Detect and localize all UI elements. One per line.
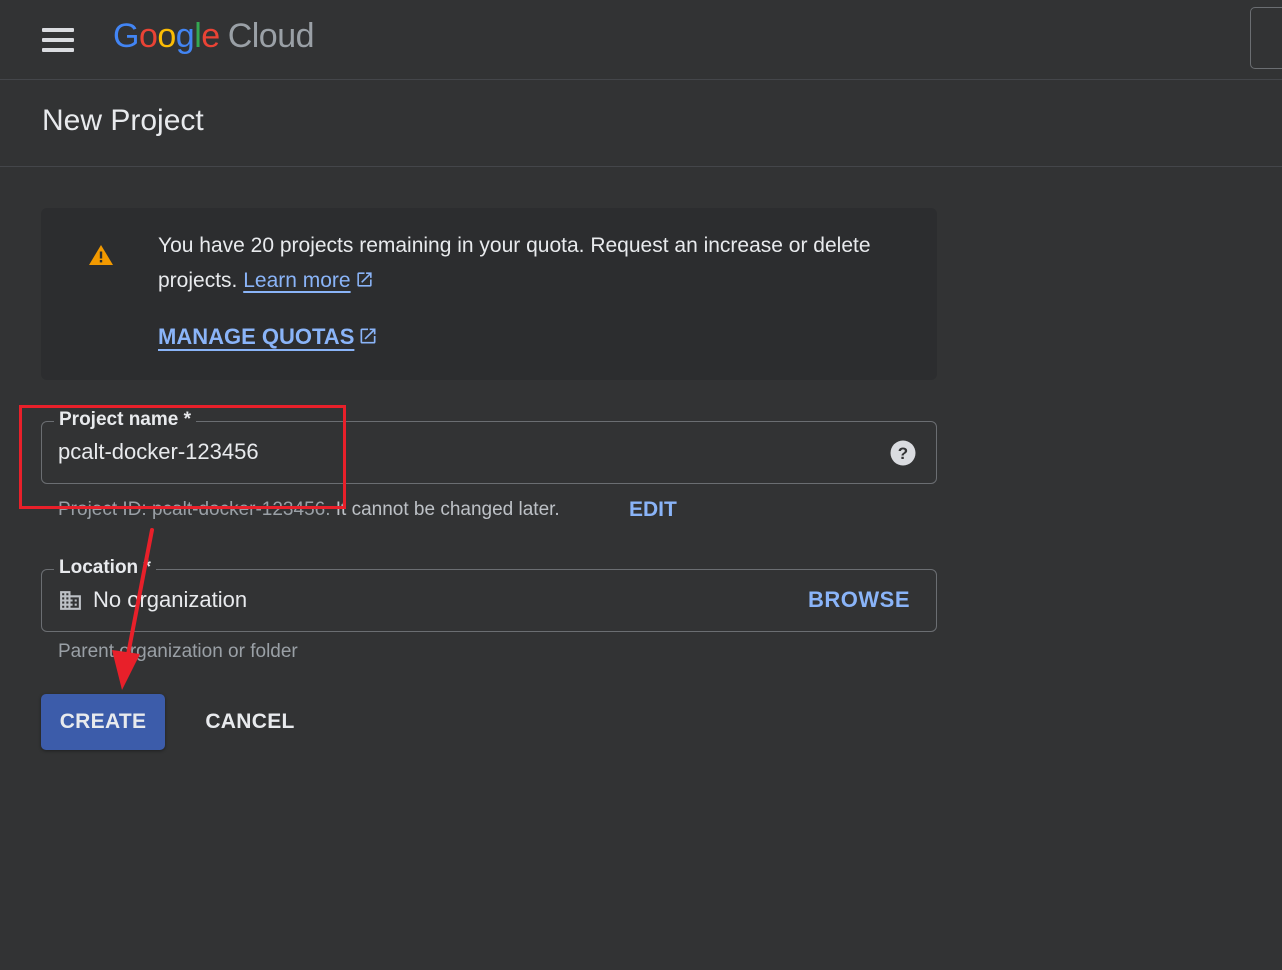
learn-more-link[interactable]: Learn more: [243, 269, 350, 292]
external-link-icon: [360, 328, 376, 344]
organization-icon: [60, 591, 81, 610]
page-title: New Project: [42, 104, 204, 137]
logo-cloud-text: Cloud: [227, 17, 315, 55]
location-label: Location *: [54, 557, 156, 579]
page-header: New Project: [0, 80, 1282, 167]
project-name-label: Project name *: [54, 409, 196, 431]
external-link-icon: [356, 272, 372, 287]
manage-quotas-label: MANAGE QUOTAS: [158, 324, 355, 349]
location-value: No organization: [93, 587, 248, 612]
main-menu-button[interactable]: [41, 27, 75, 53]
edit-project-id-button[interactable]: EDIT: [629, 498, 677, 522]
location-hint: Parent organization or folder: [58, 641, 298, 662]
project-id-value: pcalt-docker-123456.: [151, 499, 331, 520]
project-name-input[interactable]: pcalt-docker-123456: [58, 439, 259, 465]
location-field[interactable]: Location * No organization BROWSE: [41, 557, 937, 632]
top-bar: Google Cloud: [0, 0, 1282, 80]
logo-google-text: Google: [113, 17, 220, 55]
project-id-hint: Project ID: pcalt-docker-123456. It cann…: [58, 499, 560, 521]
browse-button[interactable]: BROWSE: [808, 587, 910, 613]
svg-text:?: ?: [898, 444, 908, 463]
manage-quotas-link[interactable]: MANAGE QUOTAS: [158, 324, 378, 350]
project-name-field[interactable]: Project name * pcalt-docker-123456 ?: [41, 409, 937, 484]
help-icon[interactable]: ?: [890, 440, 916, 466]
notice-text: You have 20 projects remaining in your q…: [158, 228, 888, 298]
warning-icon: [89, 245, 113, 265]
project-id-prefix: Project ID:: [58, 499, 147, 520]
quota-notice: You have 20 projects remaining in your q…: [41, 208, 937, 380]
create-button[interactable]: CREATE: [41, 694, 165, 750]
top-search-button[interactable]: [1250, 7, 1282, 69]
google-cloud-logo[interactable]: Google Cloud: [113, 17, 315, 56]
project-id-suffix: It cannot be changed later.: [335, 499, 560, 520]
cancel-button[interactable]: CANCEL: [190, 694, 310, 750]
